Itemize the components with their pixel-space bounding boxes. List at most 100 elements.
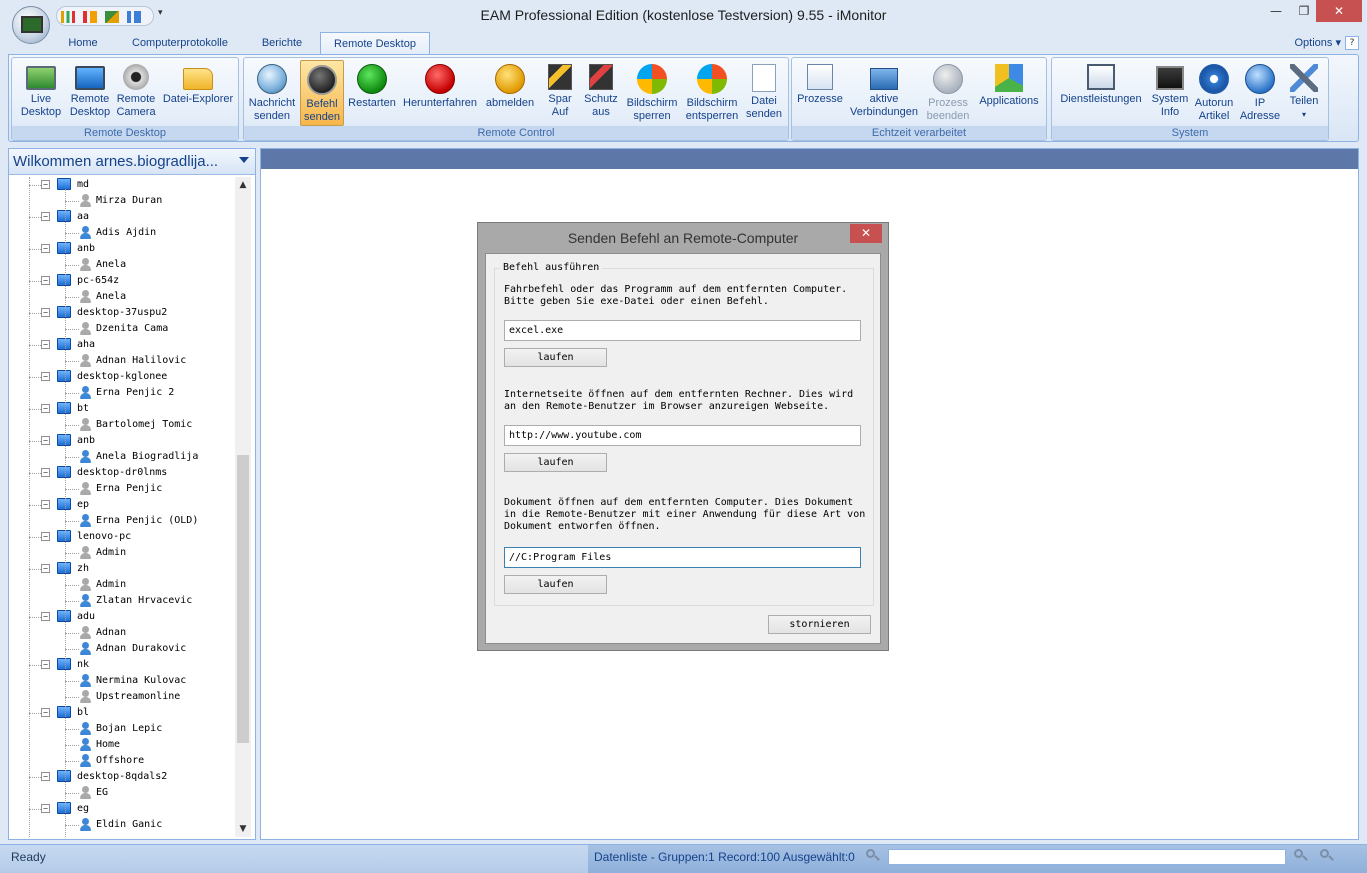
restart-button[interactable]: Restarten bbox=[344, 60, 400, 126]
app-menu-orb[interactable] bbox=[12, 6, 50, 44]
help-icon[interactable]: ? bbox=[1345, 36, 1359, 50]
tab-home[interactable]: Home bbox=[58, 32, 108, 54]
remote-camera-button[interactable]: Remote Camera bbox=[114, 60, 158, 126]
computer-icon bbox=[57, 706, 71, 718]
collapse-icon[interactable]: − bbox=[41, 612, 50, 621]
services-button[interactable]: Dienstleistungen bbox=[1054, 60, 1148, 126]
collapse-icon[interactable]: − bbox=[41, 500, 50, 509]
open-url-button[interactable]: laufen bbox=[504, 453, 607, 472]
document-path-input[interactable]: //C:Program Files bbox=[504, 547, 861, 568]
dialog-title: Senden Befehl an Remote-Computer bbox=[567, 230, 799, 246]
close-window-button[interactable]: ✕ bbox=[1316, 0, 1362, 22]
label: aktive bbox=[869, 93, 899, 105]
screensaver-on-button[interactable]: Spar Auf bbox=[540, 60, 580, 126]
label: IP bbox=[1254, 97, 1266, 109]
collapse-icon[interactable]: − bbox=[41, 804, 50, 813]
shutdown-button[interactable]: Herunterfahren bbox=[398, 60, 482, 126]
lock-screen-icon bbox=[637, 64, 667, 94]
search-icon[interactable] bbox=[866, 849, 880, 863]
scroll-thumb[interactable] bbox=[237, 455, 249, 743]
open-document-button[interactable]: laufen bbox=[504, 575, 607, 594]
collapse-icon[interactable]: − bbox=[41, 404, 50, 413]
program-input[interactable]: excel.exe bbox=[504, 320, 861, 341]
applications-icon bbox=[995, 64, 1023, 92]
computer-name: pc-654z bbox=[77, 275, 120, 286]
tab-computerprotokolle[interactable]: Computerprotokolle bbox=[118, 32, 242, 54]
pane-header[interactable]: Wilkommen arnes.biogradlija... bbox=[9, 149, 255, 175]
computer-name: anb bbox=[77, 243, 96, 254]
live-desktop-button[interactable]: Live Desktop bbox=[14, 60, 68, 126]
collapse-icon[interactable]: − bbox=[41, 180, 50, 189]
remote-desktop-button[interactable]: Remote Desktop bbox=[68, 60, 112, 126]
group-label: Echtzeit verarbeitet bbox=[792, 126, 1046, 140]
label: Adresse bbox=[1239, 110, 1281, 122]
folder-icon bbox=[183, 68, 213, 90]
system-info-button[interactable]: System Info bbox=[1148, 60, 1192, 126]
minimize-button[interactable]: — bbox=[1262, 0, 1290, 22]
file-explorer-button[interactable]: Datei-Explorer bbox=[160, 60, 236, 126]
maximize-button[interactable]: ❐ bbox=[1290, 0, 1318, 22]
collapse-icon[interactable]: − bbox=[41, 276, 50, 285]
logoff-button[interactable]: abmelden bbox=[482, 60, 538, 126]
send-command-button[interactable]: Befehl senden bbox=[300, 60, 344, 126]
tab-remote-desktop[interactable]: Remote Desktop bbox=[320, 32, 430, 54]
user-icon bbox=[79, 194, 91, 207]
lock-screen-button[interactable]: Bildschirm sperren bbox=[622, 60, 682, 126]
tree-line bbox=[65, 329, 79, 330]
scroll-up-icon[interactable]: ▲ bbox=[235, 177, 251, 193]
collapse-icon[interactable]: − bbox=[41, 532, 50, 541]
autorun-button[interactable]: Autorun Artikel bbox=[1192, 60, 1236, 126]
run-program-button[interactable]: laufen bbox=[504, 348, 607, 367]
processes-button[interactable]: Prozesse bbox=[794, 60, 846, 126]
collapse-icon[interactable]: − bbox=[41, 244, 50, 253]
chevron-down-icon[interactable] bbox=[239, 157, 249, 163]
collapse-icon[interactable]: − bbox=[41, 436, 50, 445]
active-connections-button[interactable]: aktive Verbindungen bbox=[846, 60, 922, 126]
status-search-input[interactable] bbox=[888, 849, 1286, 865]
user-icon bbox=[79, 722, 91, 735]
applications-button[interactable]: Applications bbox=[974, 60, 1044, 126]
send-message-button[interactable]: Nachricht senden bbox=[246, 60, 298, 126]
computer-name: nk bbox=[77, 659, 90, 670]
collapse-icon[interactable]: − bbox=[41, 564, 50, 573]
collapse-icon[interactable]: − bbox=[41, 308, 50, 317]
ip-address-button[interactable]: IP Adresse bbox=[1238, 60, 1282, 126]
collapse-icon[interactable]: − bbox=[41, 372, 50, 381]
tree-line bbox=[29, 665, 41, 666]
computer-icon bbox=[57, 242, 71, 254]
collapse-icon[interactable]: − bbox=[41, 340, 50, 349]
zoom-in-icon[interactable] bbox=[1294, 849, 1308, 863]
user-name: Anela bbox=[96, 291, 127, 302]
tab-berichte[interactable]: Berichte bbox=[252, 32, 312, 54]
label: entsperren bbox=[685, 110, 739, 122]
zoom-out-icon[interactable] bbox=[1320, 849, 1334, 863]
url-input[interactable]: http://www.youtube.com bbox=[504, 425, 861, 446]
options-menu[interactable]: Options ▾ bbox=[1295, 36, 1342, 49]
user-name: Anela bbox=[96, 259, 127, 270]
collapse-icon[interactable]: − bbox=[41, 660, 50, 669]
screensaver-off-button[interactable]: Schutz aus bbox=[580, 60, 622, 126]
user-name: EG bbox=[96, 787, 109, 798]
label: Bildschirm bbox=[686, 97, 738, 109]
computer-icon bbox=[57, 466, 71, 478]
dialog-close-button[interactable]: ✕ bbox=[850, 224, 882, 243]
collapse-icon[interactable]: − bbox=[41, 772, 50, 781]
collapse-icon[interactable]: − bbox=[41, 212, 50, 221]
computer-icon bbox=[57, 610, 71, 622]
kill-process-button[interactable]: Prozess beenden bbox=[922, 60, 974, 126]
scroll-down-icon[interactable]: ▼ bbox=[235, 821, 251, 837]
share-button[interactable]: Teilen ▾ bbox=[1282, 60, 1326, 126]
computer-icon bbox=[57, 498, 71, 510]
label: Artikel bbox=[1198, 110, 1230, 122]
tree-scrollbar[interactable]: ▲ ▼ bbox=[235, 177, 251, 837]
send-file-button[interactable]: Datei senden bbox=[742, 60, 786, 126]
user-icon bbox=[79, 754, 91, 767]
tree-guide-line bbox=[65, 189, 66, 837]
user-icon bbox=[79, 818, 91, 831]
user-name: Offshore bbox=[96, 755, 145, 766]
autorun-gear-icon bbox=[1199, 64, 1229, 94]
collapse-icon[interactable]: − bbox=[41, 708, 50, 717]
unlock-screen-button[interactable]: Bildschirm entsperren bbox=[682, 60, 742, 126]
collapse-icon[interactable]: − bbox=[41, 468, 50, 477]
cancel-button[interactable]: stornieren bbox=[768, 615, 871, 634]
